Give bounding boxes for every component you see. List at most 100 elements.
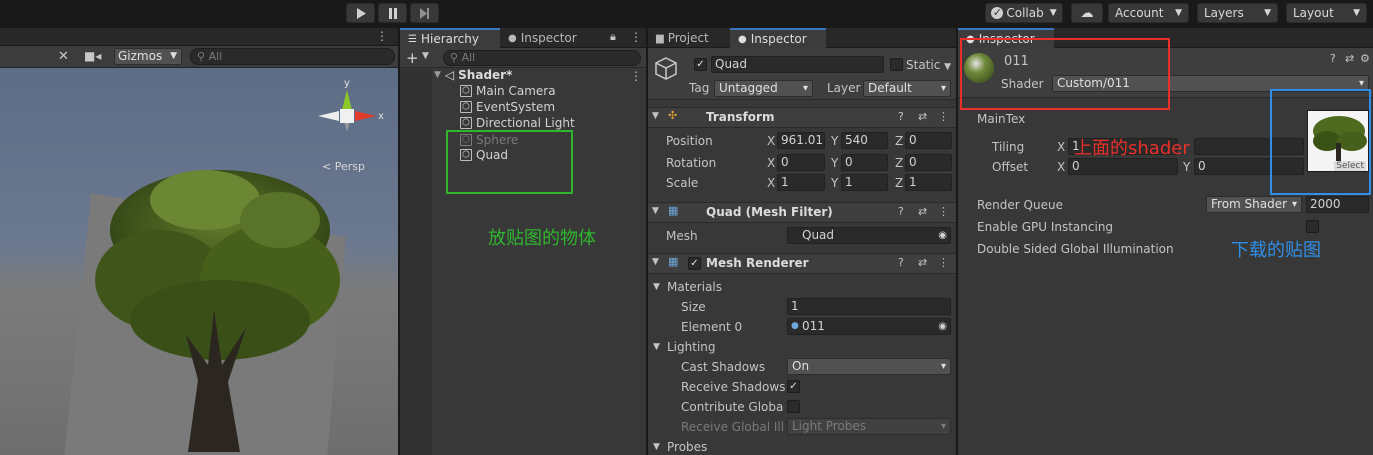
hierarchy-search-input[interactable]: ⚲ All [443,50,641,66]
axis-z-label[interactable]: Z [895,176,903,190]
chevron-down-icon[interactable]: ▼ [422,51,429,61]
scene-viewport[interactable]: y x < Persp [0,68,398,455]
materials-foldout-icon[interactable]: ▼ [653,282,660,292]
lighting-foldout-icon[interactable]: ▼ [653,342,660,352]
axis-x-label[interactable]: X [767,134,775,148]
add-icon[interactable]: + [406,49,419,67]
axis-y-label[interactable]: Y [831,176,838,190]
probes-label[interactable]: Probes [667,440,707,454]
transform-header[interactable]: ▼ ✣ Transform ? ⇄ ⋮ [648,107,956,128]
preset-icon[interactable]: ⇄ [918,256,927,269]
element0-material-field[interactable]: ● 011 ◉ [787,318,951,335]
tab-inspector[interactable]: ● Inspector [730,28,826,48]
lock-icon[interactable]: 🔒︎ [610,30,616,44]
rotation-x-field[interactable]: 0 [777,154,825,171]
layer-dropdown[interactable]: Default [863,80,951,97]
tab-project[interactable]: ▆ Project [648,28,728,48]
preset-icon[interactable]: ⇄ [918,205,927,218]
layers-dropdown[interactable]: Layers ▼ [1197,3,1278,23]
more-icon[interactable]: ⋮ [630,30,642,44]
hierarchy-item-eventsystem[interactable]: ⬡ EventSystem [460,100,555,114]
collapse-icon[interactable]: ▼ [652,257,659,267]
static-dropdown[interactable]: Static ▼ [906,58,951,72]
mesh-renderer-header[interactable]: ▼ ▦ ✓ Mesh Renderer ? ⇄ ⋮ [648,253,956,274]
tag-dropdown[interactable]: Untagged [714,80,813,97]
probes-foldout-icon[interactable]: ▼ [653,442,660,452]
camera-icon[interactable]: ■◂ [84,49,101,63]
axis-x-label[interactable]: X [1057,160,1065,174]
render-queue-mode-dropdown[interactable]: From Shader [1206,196,1302,213]
tools-icon[interactable]: ✕ [58,49,69,64]
hierarchy-item-directional-light[interactable]: ⬡ Directional Light [460,116,575,130]
axis-z-label[interactable]: Z [895,156,903,170]
contribute-gi-checkbox[interactable] [787,400,800,413]
object-picker-icon[interactable]: ◉ [938,228,947,243]
rotation-y-field[interactable]: 0 [841,154,888,171]
position-z-field[interactable]: 0 [905,132,952,149]
gear-icon[interactable]: ⚙ [1360,52,1370,65]
axis-y-label[interactable]: Y [1183,160,1190,174]
scene-search-input[interactable]: ⚲ All [190,48,395,65]
hierarchy-tab-bar: ☰ Hierarchy ● Inspector 🔒︎ ⋮ [400,28,646,48]
axis-x-label[interactable]: X [767,176,775,190]
offset-x-field[interactable]: 0 [1068,158,1178,175]
help-icon[interactable]: ? [898,110,904,123]
receive-shadows-checkbox[interactable]: ✓ [787,380,800,393]
mesh-renderer-enabled-checkbox[interactable]: ✓ [688,257,701,270]
rotation-z-field[interactable]: 0 [905,154,952,171]
collapse-icon[interactable]: ▼ [652,206,659,216]
cloud-button[interactable]: ☁ [1071,3,1103,23]
orientation-gizmo[interactable]: y x [316,76,388,148]
tab-hierarchy[interactable]: ☰ Hierarchy [400,28,500,48]
collapse-icon[interactable]: ▼ [652,111,659,121]
object-picker-icon[interactable]: ◉ [938,319,947,334]
render-queue-field[interactable]: 2000 [1306,196,1369,213]
help-icon[interactable]: ? [898,205,904,218]
active-checkbox[interactable]: ✓ [694,58,707,71]
scale-y-field[interactable]: 1 [841,174,888,191]
preset-icon[interactable]: ⇄ [918,110,927,123]
more-icon[interactable]: ⋮ [938,256,949,269]
gpu-instancing-checkbox[interactable] [1306,220,1319,233]
help-icon[interactable]: ? [898,256,904,269]
scale-z-field[interactable]: 1 [905,174,952,191]
axis-y-label[interactable]: Y [831,134,838,148]
position-x-field[interactable]: 961.017 [777,132,825,149]
gizmos-dropdown[interactable]: Gizmos ▼ [114,48,182,65]
hierarchy-item-main-camera[interactable]: ⬡ Main Camera [460,84,556,98]
pause-button[interactable] [378,3,407,23]
more-icon[interactable]: ⋮ [376,29,388,43]
play-button[interactable] [346,3,375,23]
collab-button[interactable]: ✓ Collab ▼ [985,3,1063,23]
help-icon[interactable]: ? [1330,52,1336,65]
axis-x-label[interactable]: X [1057,140,1065,154]
object-name-input[interactable]: Quad [711,56,884,73]
scale-x-field[interactable]: 1 [777,174,825,191]
scene-view[interactable]: ⋮ ✕ ■◂ Gizmos ▼ ⚲ All y x < Persp [0,28,398,455]
gizmos-label: Gizmos [118,49,163,63]
materials-size-field[interactable]: 1 [787,298,951,315]
axis-x-label[interactable]: X [767,156,775,170]
layout-dropdown[interactable]: Layout ▼ [1286,3,1367,23]
scene-root-item[interactable]: ▼ ◁ Shader* [434,68,512,82]
position-y-field[interactable]: 540 [841,132,888,149]
step-button[interactable] [410,3,439,23]
account-dropdown[interactable]: Account ▼ [1108,3,1189,23]
expand-icon[interactable]: ▼ [434,70,441,80]
lighting-label[interactable]: Lighting [667,340,716,354]
axis-z-label[interactable]: Z [895,134,903,148]
tab-inspector-secondary[interactable]: ● Inspector [500,28,590,48]
more-icon[interactable]: ⋮ [938,110,949,123]
list-icon: ☰ [408,33,417,45]
preset-icon[interactable]: ⇄ [1345,52,1354,65]
cast-shadows-dropdown[interactable]: On [787,358,951,375]
materials-label[interactable]: Materials [667,280,722,294]
static-checkbox[interactable] [890,58,903,71]
more-icon[interactable]: ⋮ [938,205,949,218]
mesh-object-field[interactable]: Quad ◉ [787,227,951,244]
axis-y-label[interactable]: Y [831,156,838,170]
pause-icon [388,7,397,19]
mesh-filter-header[interactable]: ▼ ▦ Quad (Mesh Filter) ? ⇄ ⋮ [648,202,956,223]
persp-label[interactable]: < Persp [322,160,365,173]
more-icon[interactable]: ⋮ [630,69,642,83]
